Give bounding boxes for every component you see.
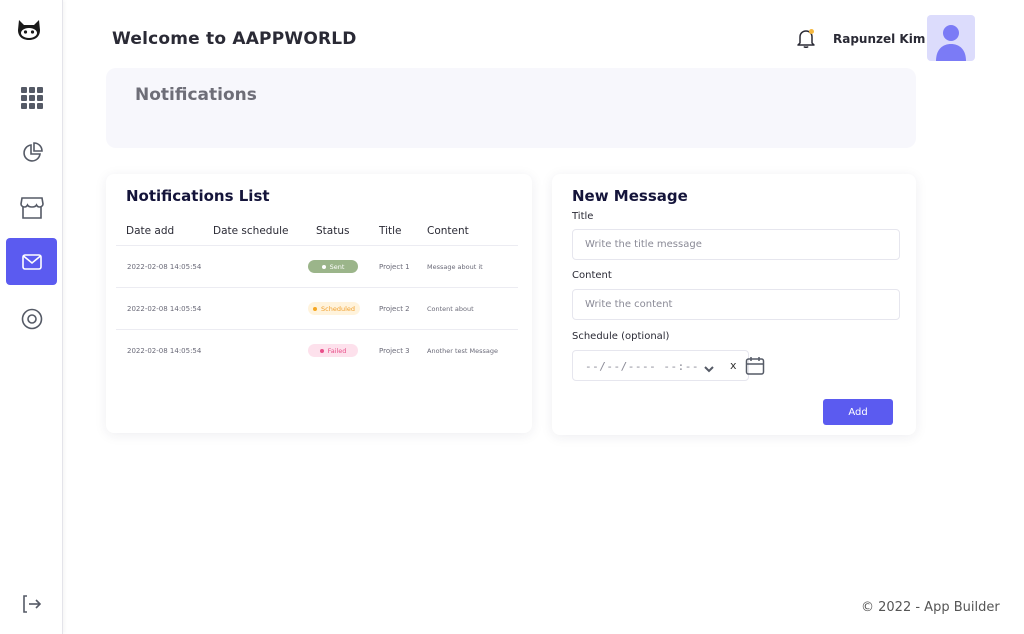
row-title: Project 3 [379,347,410,355]
content-field-label: Content [572,270,612,281]
row-date-add: 2022-02-08 14:05:54 [127,347,202,355]
logout-icon [22,594,42,614]
table-row[interactable]: 2022-02-08 14:05:54 Scheduled Project 2 … [106,288,532,329]
table-row[interactable]: 2022-02-08 14:05:54 Sent Project 1 Messa… [106,246,532,287]
notifications-bell-button[interactable] [795,27,817,49]
notifications-banner: Notifications [106,68,916,148]
pie-chart-icon [21,141,43,164]
schedule-field-label: Schedule (optional) [572,331,670,342]
row-date-add: 2022-02-08 14:05:54 [127,263,202,271]
sidebar-item-settings[interactable] [6,295,57,342]
column-header-date-add[interactable]: Date add [126,225,174,237]
column-header-title[interactable]: Title [379,225,402,237]
status-badge: Sent [308,260,358,273]
new-message-card: New Message Title Content Schedule (opti… [552,174,916,435]
add-message-button[interactable]: Add [823,399,893,425]
column-header-date-schedule[interactable]: Date schedule [213,225,289,237]
page-title: Welcome to AAPPWORLD [112,29,357,49]
avatar[interactable] [927,15,975,61]
logout-button[interactable] [6,580,57,627]
column-header-status[interactable]: Status [316,225,349,237]
row-content: Another test Message [427,347,498,355]
content-input[interactable] [572,289,900,320]
sidebar [0,0,63,634]
status-badge: Scheduled [308,302,360,315]
row-content: Message about it [427,263,483,271]
status-badge-label: Sent [329,262,345,271]
mail-icon [21,253,42,270]
status-badge: Failed [308,344,358,357]
logo-icon[interactable] [16,18,42,42]
status-dot [313,306,317,311]
schedule-datetime-input[interactable]: --/--/---- --:-- x [572,350,765,381]
user-name[interactable]: Rapunzel Kim [833,32,925,46]
chevron-down-icon[interactable] [703,361,715,379]
sidebar-item-dashboard[interactable] [6,74,57,121]
new-message-title: New Message [572,187,688,205]
clear-schedule-button[interactable]: x [730,359,737,372]
sidebar-item-analytics[interactable] [6,129,57,176]
status-dot [321,264,326,269]
notifications-list-title: Notifications List [126,187,270,205]
apps-grid-icon [20,86,43,109]
notifications-list-card: Notifications List Date add Date schedul… [106,174,532,433]
row-title: Project 1 [379,263,410,271]
row-title: Project 2 [379,305,410,313]
row-content: Content about [427,305,474,313]
title-field-label: Title [572,211,594,222]
sidebar-item-messages[interactable] [6,238,57,285]
footer-copyright: © 2022 - App Builder [861,600,1000,615]
status-dot [319,348,324,353]
status-badge-label: Scheduled [321,304,355,313]
settings-circle-icon [21,308,43,330]
status-badge-label: Failed [327,346,347,355]
row-date-add: 2022-02-08 14:05:54 [127,305,202,313]
sidebar-item-store[interactable] [6,184,57,231]
banner-title: Notifications [135,85,257,105]
calendar-icon[interactable] [745,356,765,381]
bell-icon [795,29,817,53]
store-icon [19,196,44,219]
table-row[interactable]: 2022-02-08 14:05:54 Failed Project 3 Ano… [106,330,532,371]
title-input[interactable] [572,229,900,260]
schedule-datetime-value: --/--/---- --:-- [585,360,699,373]
column-header-content[interactable]: Content [427,225,469,237]
